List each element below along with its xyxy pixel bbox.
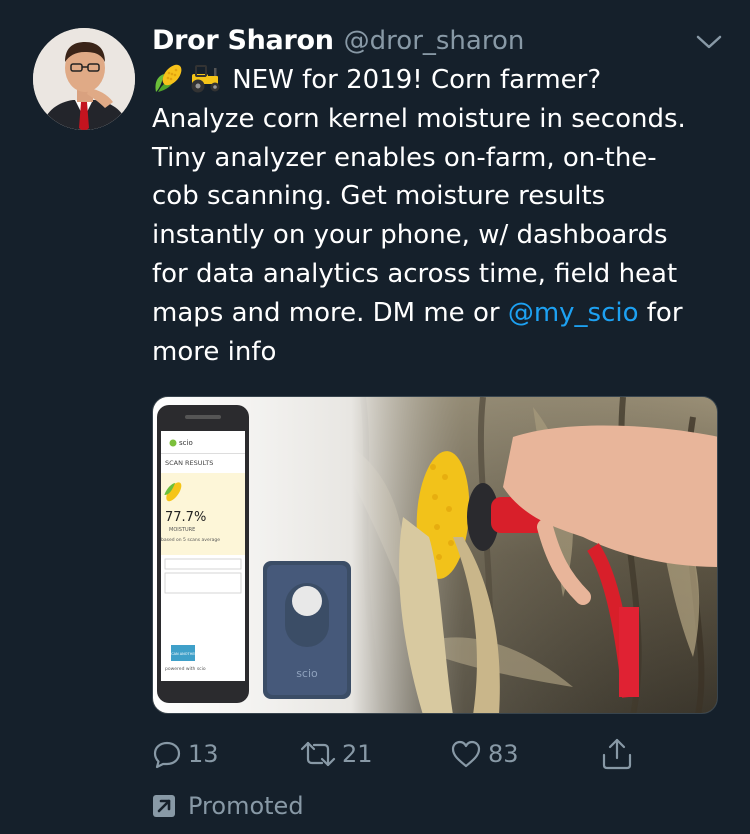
mention-link[interactable]: @my_scio bbox=[508, 298, 639, 328]
like-icon bbox=[451, 740, 481, 768]
svg-text:scio: scio bbox=[179, 439, 193, 447]
tweet-text-segment: NEW for 2019! Corn farmer? bbox=[224, 65, 602, 95]
svg-text:scio: scio bbox=[296, 667, 318, 680]
promoted-label: Promoted bbox=[188, 792, 304, 820]
tweet-text-line: Analyze corn kernel moisture in seconds. bbox=[152, 103, 686, 134]
tweet-text-line: instantly on your phone, w/ dashboards bbox=[152, 220, 668, 251]
tweet-text-line: Tiny analyzer enables on-farm, on-the- bbox=[152, 142, 657, 173]
chevron-down-icon[interactable] bbox=[694, 32, 724, 52]
tweet-header: Dror Sharon @dror_sharon bbox=[152, 25, 524, 61]
retweet-button[interactable]: 21 bbox=[300, 734, 373, 774]
tweet-text-line: more info bbox=[152, 336, 277, 367]
retweet-count: 21 bbox=[342, 740, 373, 768]
user-handle[interactable]: @dror_sharon bbox=[344, 26, 525, 56]
svg-text:powered with scio: powered with scio bbox=[165, 666, 206, 672]
share-icon bbox=[602, 738, 632, 770]
display-name[interactable]: Dror Sharon bbox=[152, 25, 334, 56]
tweet-text-line: maps and more. DM me or @my_scio for bbox=[152, 294, 742, 333]
promoted-icon bbox=[153, 795, 175, 817]
tractor-emoji bbox=[188, 62, 222, 94]
tweet-text-line: NEW for 2019! Corn farmer? bbox=[152, 61, 742, 100]
tweet-text-line: for data analytics across time, field he… bbox=[152, 258, 678, 289]
tweet-text: NEW for 2019! Corn farmer? Analyze corn … bbox=[152, 61, 742, 371]
tweet-actions: 13 21 83 bbox=[152, 734, 652, 774]
reply-count: 13 bbox=[188, 740, 219, 768]
tweet[interactable]: Dror Sharon @dror_sharon NEW for 2019! C… bbox=[0, 0, 750, 834]
tweet-media[interactable]: scio SCAN RESULTS 77.7% MOISTURE based o… bbox=[152, 396, 718, 714]
svg-text:SCAN RESULTS: SCAN RESULTS bbox=[165, 459, 213, 467]
reply-button[interactable]: 13 bbox=[152, 734, 219, 774]
corn-emoji bbox=[152, 62, 186, 94]
tweet-text-segment: for bbox=[638, 297, 683, 328]
like-button[interactable]: 83 bbox=[450, 734, 519, 774]
like-count: 83 bbox=[488, 740, 519, 768]
retweet-icon bbox=[300, 741, 336, 767]
tweet-text-segment: maps and more. DM me or bbox=[152, 297, 508, 328]
tweet-text-line: cob scanning. Get moisture results bbox=[152, 181, 606, 212]
svg-text:MOISTURE: MOISTURE bbox=[169, 527, 195, 533]
svg-text:77.7%: 77.7% bbox=[165, 510, 206, 525]
promoted-indicator: Promoted bbox=[152, 789, 304, 823]
reply-icon bbox=[153, 741, 181, 769]
avatar[interactable] bbox=[33, 28, 135, 130]
svg-text:SCAN ANOTHER: SCAN ANOTHER bbox=[169, 652, 198, 656]
svg-text:based on 5 scans average: based on 5 scans average bbox=[161, 537, 220, 543]
share-button[interactable] bbox=[600, 734, 634, 774]
